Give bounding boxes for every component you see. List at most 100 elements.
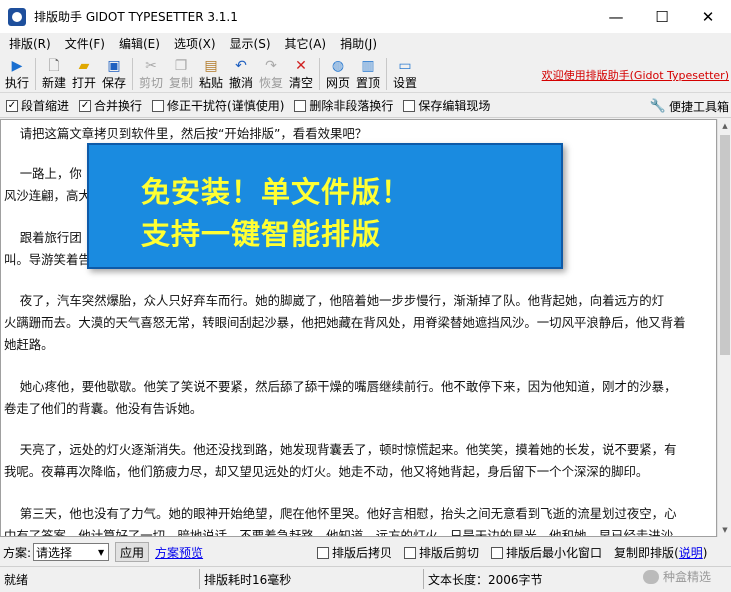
help-link[interactable]: 说明	[679, 544, 703, 561]
clipboard-icon: ▤	[204, 58, 218, 74]
copy-after-option[interactable]: 排版后拷贝	[317, 544, 392, 561]
save-scene-checkbox[interactable]	[403, 99, 416, 112]
cut-after-option[interactable]: 排版后剪切	[404, 544, 479, 561]
editor-line: 她赶路。	[4, 337, 54, 352]
redo-icon: ↷	[265, 58, 277, 74]
run-label: 执行	[4, 76, 29, 90]
editor-line: 夜了，汽车突然爆胎，众人只好弃车而行。她的脚崴了，他陪着她一步步慢行，渐渐掉了队…	[4, 293, 665, 308]
menu-edit[interactable]: 编辑(E)	[112, 33, 167, 55]
paste-label: 粘贴	[198, 76, 223, 90]
cut-after-label: 排版后剪切	[419, 546, 480, 560]
editor-line: 第三天，他也没有了力气。她的眼神开始绝望，爬在他怀里哭。他好言相慰，抬头之间无意…	[4, 506, 677, 521]
menu-other[interactable]: 其它(A)	[278, 33, 334, 55]
watermark-text: 种盒精选	[662, 570, 711, 584]
editor-line: 天亮了，远处的灯火逐渐消失。他还没找到路，她发现背囊丢了，顿时惊慌起来。他笑笑，…	[4, 442, 677, 457]
status-time: 排版耗时16毫秒	[204, 573, 292, 587]
web-button[interactable]: ◍ 网页	[323, 55, 353, 91]
app-icon	[8, 7, 26, 26]
clear-button[interactable]: ✕ 清空	[286, 55, 316, 91]
paste-restore-label: 复制即排版	[614, 546, 675, 560]
close-button[interactable]: ✕	[685, 0, 731, 33]
red-x-icon: ✕	[295, 58, 307, 74]
scroll-up-arrow-icon[interactable]: ▲	[718, 119, 731, 133]
scheme-select[interactable]: 请选择 ▼	[33, 543, 110, 561]
fix-label: 修正干扰符(谨慎使用)	[167, 99, 285, 113]
paste-restore-option[interactable]: 复制即排版 (说明)	[614, 544, 707, 561]
fix-checkbox[interactable]	[152, 99, 165, 112]
scroll-thumb[interactable]	[720, 135, 730, 355]
wechat-icon	[642, 569, 659, 584]
copy-button[interactable]: ❐ 复制	[166, 55, 196, 91]
menu-options[interactable]: 选项(X)	[167, 33, 223, 55]
scheme-select-value: 请选择	[36, 545, 73, 560]
editor-line: 她心疼他，要他歇歇。他笑了笑说不要紧，然后舔了舔干燥的嘴唇继续前行。他不敢停下来…	[4, 379, 677, 394]
run-button[interactable]: ▶ 执行	[2, 55, 32, 91]
save-scene-label: 保存编辑现场	[418, 99, 491, 113]
folder-icon: ▰	[78, 58, 90, 74]
cut-label: 剪切	[138, 76, 163, 90]
scroll-down-arrow-icon[interactable]: ▼	[718, 523, 731, 537]
monitor-icon: ▭	[398, 58, 412, 74]
settings-button[interactable]: ▭ 设置	[390, 55, 420, 91]
open-label: 打开	[71, 76, 96, 90]
redo-button[interactable]: ↷ 恢复	[256, 55, 286, 91]
delete-breaks-option[interactable]: 删除非段落换行	[294, 97, 393, 114]
cut-after-checkbox[interactable]	[404, 546, 417, 559]
scheme-bar: 方案: 请选择 ▼ 应用 方案预览 排版后拷贝 排版后剪切 排版后最小化窗口 复…	[0, 540, 731, 564]
top-button[interactable]: ▥ 置顶	[353, 55, 383, 91]
web-label: 网页	[325, 76, 350, 90]
merge-checkbox[interactable]: ✓	[79, 99, 92, 112]
cut-button[interactable]: ✂ 剪切	[136, 55, 166, 91]
apply-button[interactable]: 应用	[115, 542, 150, 562]
editor-line: 中有了答案。他计算好了一切，暗地说话，不要着急赶路。他知道，远方的灯火，只是天边…	[4, 528, 674, 537]
maximize-button[interactable]: ☐	[639, 0, 685, 33]
menu-view[interactable]: 显示(S)	[223, 33, 278, 55]
minimize-after-checkbox[interactable]	[491, 546, 504, 559]
scheme-label: 方案:	[3, 545, 32, 560]
status-ready: 就绪	[4, 573, 29, 587]
new-label: 新建	[41, 76, 66, 90]
toolbox-button[interactable]: 🔧 便捷工具箱	[650, 98, 729, 115]
copy-label: 复制	[168, 76, 193, 90]
window-controls: — ☐ ✕	[593, 0, 731, 33]
indent-checkbox[interactable]: ✓	[6, 99, 18, 112]
window-title: 排版助手 GIDOT TYPESETTER 3.1.1	[34, 10, 238, 24]
promo-line-1: 免安装！单文件版！	[141, 175, 412, 209]
paste-button[interactable]: ▤ 粘贴	[196, 55, 226, 91]
new-button[interactable]: 🗋 新建	[39, 55, 69, 91]
menu-bar: 排版(R) 文件(F) 编辑(E) 选项(X) 显示(S) 其它(A) 捐助(J…	[0, 33, 731, 55]
menu-file[interactable]: 文件(F)	[58, 33, 112, 55]
merge-option[interactable]: ✓ 合并换行	[79, 97, 142, 114]
delete-breaks-label: 删除非段落换行	[309, 99, 394, 113]
welcome-link[interactable]: 欢迎使用排版助手(Gidot Typesetter)	[542, 67, 729, 83]
watermark: 种盒精选	[642, 568, 711, 585]
menu-typeset[interactable]: 排版(R)	[2, 33, 58, 55]
toolbar-separator	[132, 58, 133, 90]
status-length: 文本长度：2006字节	[428, 573, 543, 587]
clear-label: 清空	[288, 76, 313, 90]
copy-after-checkbox[interactable]	[317, 546, 329, 559]
copy-after-label: 排版后拷贝	[332, 546, 393, 560]
indent-option[interactable]: ✓ 段首缩进	[6, 97, 69, 114]
top-label: 置顶	[355, 76, 380, 90]
editor-scrollbar[interactable]: ▲ ▼	[717, 119, 731, 537]
scheme-preview-link[interactable]: 方案预览	[155, 544, 203, 561]
editor-line: 卷走了他们的背囊。他没有告诉她。	[4, 401, 203, 416]
status-separator	[423, 569, 424, 589]
promo-banner: 免安装！单文件版！ 支持一键智能排版	[87, 143, 563, 269]
fix-option[interactable]: 修正干扰符(谨慎使用)	[152, 97, 284, 114]
title-bar: 排版助手 GIDOT TYPESETTER 3.1.1 — ☐ ✕	[0, 0, 731, 33]
wrench-icon: 🔧	[649, 99, 666, 114]
menu-donate[interactable]: 捐助(J)	[333, 33, 384, 55]
save-scene-option[interactable]: 保存编辑现场	[403, 97, 490, 114]
save-button[interactable]: ▣ 保存	[99, 55, 129, 91]
open-button[interactable]: ▰ 打开	[69, 55, 99, 91]
editor-line: 我呢。夜幕再次降临，他们筋疲力尽，却又望见远处的灯火。她走不动，他又将她背起，身…	[4, 464, 649, 479]
toolbar: ▶ 执行 🗋 新建 ▰ 打开 ▣ 保存 ✂ 剪切 ❐ 复制 ▤ 粘贴 ↶ 撤消 …	[0, 55, 731, 93]
delete-breaks-checkbox[interactable]	[294, 99, 307, 112]
minimize-button[interactable]: —	[593, 0, 639, 33]
minimize-after-option[interactable]: 排版后最小化窗口	[491, 544, 602, 561]
new-file-icon: 🗋	[48, 58, 60, 74]
undo-label: 撤消	[228, 76, 253, 90]
undo-button[interactable]: ↶ 撤消	[226, 55, 256, 91]
